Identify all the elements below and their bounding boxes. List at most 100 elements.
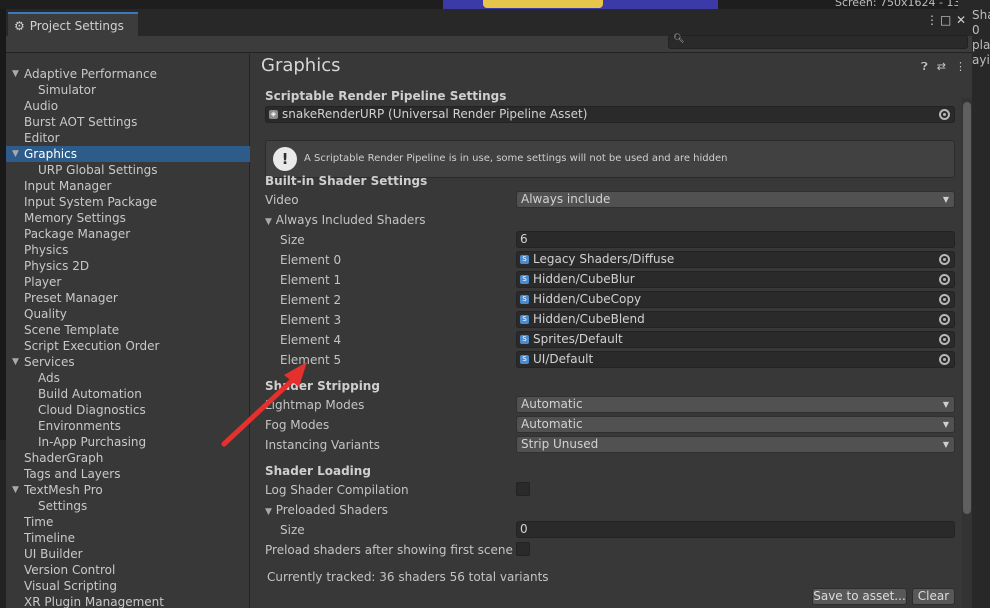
sidebar-item-graphics[interactable]: ▼ Graphics [6,146,250,162]
sidebar-item-label: ShaderGraph [24,451,104,465]
foldout-triangle-icon: ▼ [265,507,272,517]
sidebar-item-label: UI Builder [24,547,83,561]
sidebar-item-in-app-purchasing[interactable]: In-App Purchasing [6,434,250,450]
search-input[interactable]: 🔍︎ [668,34,968,49]
object-picker-icon[interactable] [939,314,950,325]
shader-name: Hidden/CubeBlend [533,312,645,326]
shader-object-field[interactable]: S Hidden/CubeBlur [516,271,955,288]
instancing-variants-dropdown[interactable]: Strip Unused ▼ [516,436,955,453]
log-shader-compilation-checkbox[interactable] [516,482,530,496]
sidebar-item-memory-settings[interactable]: Memory Settings [6,210,250,226]
tab-project-settings[interactable]: ⚙ Project Settings [8,12,138,37]
search-icon: 🔍︎ [673,34,685,44]
shader-object-field[interactable]: S Legacy Shaders/Diffuse [516,251,955,268]
object-picker-icon[interactable] [939,254,950,265]
more-options-icon[interactable]: ⋮ [926,13,938,27]
sidebar-item-label: Graphics [24,147,77,161]
sidebar-item-services[interactable]: ▼ Services [6,354,250,370]
sidebar-item-xr-plugin-management[interactable]: XR Plugin Management [6,594,250,608]
sidebar-item-textmesh-pro[interactable]: ▼ TextMesh Pro [6,482,250,498]
sidebar-item-label: Tags and Layers [24,467,121,481]
sidebar-item-environments[interactable]: Environments [6,418,250,434]
expand-triangle-icon[interactable]: ▼ [12,146,19,162]
sidebar-item-urp-global-settings[interactable]: URP Global Settings [6,162,250,178]
always-included-foldout[interactable]: ▼ Always Included Shaders [265,213,426,227]
object-picker-icon[interactable] [939,354,950,365]
expand-triangle-icon[interactable]: ▼ [12,66,19,82]
scrollbar-thumb[interactable] [963,102,971,514]
sidebar-item-version-control[interactable]: Version Control [6,562,250,578]
sidebar-item-input-manager[interactable]: Input Manager [6,178,250,194]
shader-array-size-field[interactable]: 6 [516,231,955,248]
sidebar-item-preset-manager[interactable]: Preset Manager [6,290,250,306]
element-label: Element 5 [280,353,342,367]
preload-after-first-scene-checkbox[interactable] [516,542,530,556]
element-label: Element 2 [280,293,342,307]
object-picker-icon[interactable] [939,294,950,305]
shader-name: Hidden/CubeBlur [533,272,635,286]
save-to-asset-button[interactable]: Save to asset... [812,588,907,605]
shader-name: UI/Default [533,352,594,366]
vertical-scrollbar[interactable] [962,98,972,608]
sidebar-item-label: Physics 2D [24,259,90,273]
maximize-icon[interactable]: □ [940,13,951,27]
expand-triangle-icon[interactable]: ▼ [12,482,19,498]
log-shader-compilation-label: Log Shader Compilation [265,483,409,497]
sidebar-item-physics[interactable]: Physics [6,242,250,258]
sidebar-item-label: Input Manager [24,179,112,193]
shader-object-field[interactable]: S Sprites/Default [516,331,955,348]
sidebar-item-label: Cloud Diagnostics [38,403,146,417]
object-picker-icon[interactable] [939,334,950,345]
sidebar-item-label: Burst AOT Settings [24,115,138,129]
shader-object-field[interactable]: S UI/Default [516,351,955,368]
sidebar-item-input-system-package[interactable]: Input System Package [6,194,250,210]
sidebar-item-build-automation[interactable]: Build Automation [6,386,250,402]
sidebar-item-timeline[interactable]: Timeline [6,530,250,546]
preloaded-size-field[interactable]: 0 [516,521,955,538]
help-icon[interactable]: ❓︎ [921,60,928,74]
sidebar-item-scene-template[interactable]: Scene Template [6,322,250,338]
sidebar-item-ads[interactable]: Ads [6,370,250,386]
sidebar-item-label: Preset Manager [24,291,118,305]
object-picker-icon[interactable] [939,274,950,285]
page-title: Graphics [261,55,341,76]
sidebar-item-simulator[interactable]: Simulator [6,82,250,98]
video-dropdown[interactable]: Always include ▼ [516,191,955,208]
sidebar-item-cloud-diagnostics[interactable]: Cloud Diagnostics [6,402,250,418]
sidebar-item-physics-2d[interactable]: Physics 2D [6,258,250,274]
sidebar-item-player[interactable]: Player [6,274,250,290]
sidebar-item-adaptive-performance[interactable]: ▼ Adaptive Performance [6,66,250,82]
object-picker-icon[interactable] [939,109,950,120]
preset-icon[interactable]: ⇄ [937,60,946,74]
fog-modes-value: Automatic [521,417,583,431]
expand-triangle-icon[interactable]: ▼ [12,354,19,370]
shader-object-field[interactable]: S Hidden/CubeBlend [516,311,955,328]
close-icon[interactable]: ✕ [956,13,966,27]
sidebar-item-ui-builder[interactable]: UI Builder [6,546,250,562]
sidebar-item-audio[interactable]: Audio [6,98,250,114]
warning-icon: ! [273,147,297,171]
fog-modes-dropdown[interactable]: Automatic ▼ [516,416,955,433]
element-label: Element 4 [280,333,342,347]
sidebar-item-shadergraph[interactable]: ShaderGraph [6,450,250,466]
lightmap-modes-dropdown[interactable]: Automatic ▼ [516,396,955,413]
sidebar-item-time[interactable]: Time [6,514,250,530]
sidebar-item-settings[interactable]: Settings [6,498,250,514]
chevron-down-icon: ▼ [942,195,949,204]
sidebar-item-label: Settings [38,499,88,513]
sidebar-item-quality[interactable]: Quality [6,306,250,322]
more-icon[interactable]: ⋮ [955,60,966,74]
sidebar-item-script-execution-order[interactable]: Script Execution Order [6,338,250,354]
sidebar-item-editor[interactable]: Editor [6,130,250,146]
preloaded-shaders-foldout[interactable]: ▼ Preloaded Shaders [265,503,388,517]
shader-object-field[interactable]: S Hidden/CubeCopy [516,291,955,308]
always-included-label: Always Included Shaders [275,213,426,227]
clear-button[interactable]: Clear [912,588,955,605]
sidebar-item-package-manager[interactable]: Package Manager [6,226,250,242]
sidebar-item-tags-and-layers[interactable]: Tags and Layers [6,466,250,482]
render-pipeline-asset-field[interactable]: ◈ snakeRenderURP (Universal Render Pipel… [265,106,955,123]
shader-icon: S [520,335,529,344]
sidebar-item-burst-aot-settings[interactable]: Burst AOT Settings [6,114,250,130]
sidebar-item-visual-scripting[interactable]: Visual Scripting [6,578,250,594]
sidebar-item-label: Quality [24,307,67,321]
